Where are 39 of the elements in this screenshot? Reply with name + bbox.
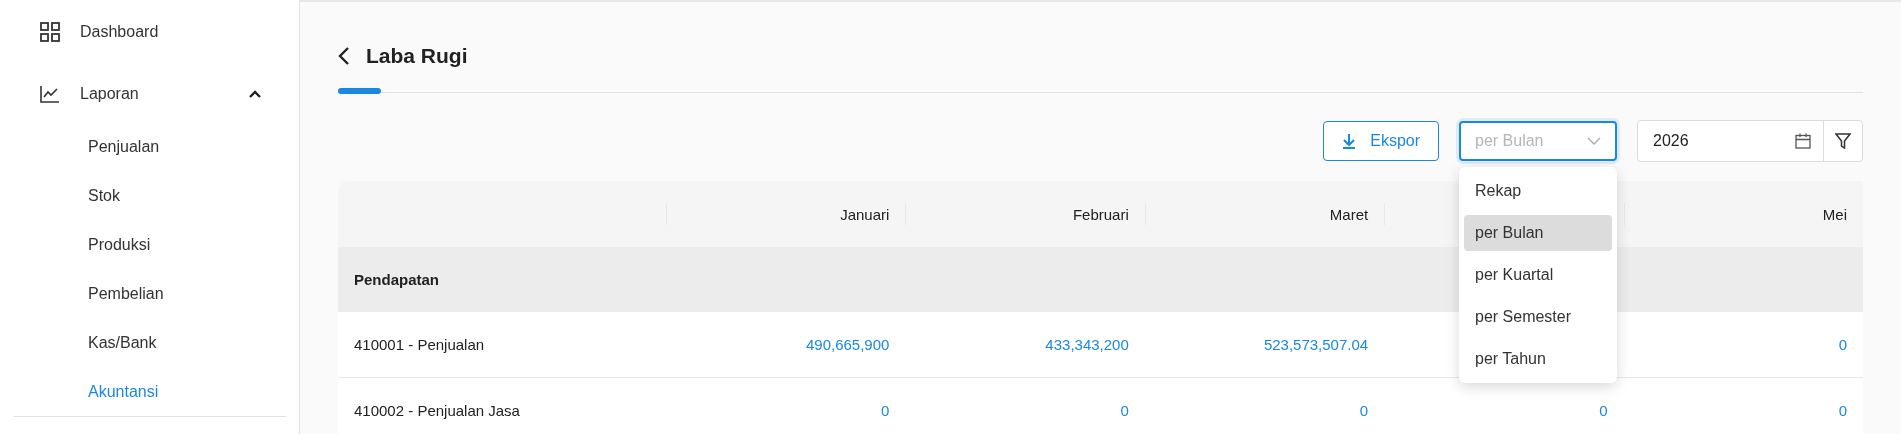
submenu-item[interactable]: Produksi xyxy=(13,220,286,269)
account-name: 410001 - Penjualan xyxy=(354,336,485,353)
chevron-down-icon xyxy=(1587,137,1601,145)
dropdown-option[interactable]: per Kuartal xyxy=(1464,257,1612,293)
sidebar-item[interactable]: Dashboard xyxy=(13,12,286,52)
amount-link[interactable]: 0 xyxy=(881,402,890,419)
download-icon xyxy=(1342,133,1357,149)
submenu-item[interactable]: Pembelian xyxy=(13,269,286,318)
filter-icon xyxy=(1835,133,1851,149)
column-header: Maret xyxy=(1329,205,1369,223)
caret-up-icon[interactable] xyxy=(249,90,261,98)
amount-link[interactable]: 523,573,507.04 xyxy=(1263,336,1369,353)
column-header: Januari xyxy=(840,205,890,223)
dropdown-option[interactable]: Rekap xyxy=(1464,173,1612,209)
section-heading: Pendapatan xyxy=(354,271,440,288)
account-name: 410002 - Penjualan Jasa xyxy=(354,402,520,419)
amount-link[interactable]: 490,665,900 xyxy=(805,336,890,353)
page-title: Laba Rugi xyxy=(366,44,468,68)
line-chart-icon xyxy=(40,85,60,103)
amount-link[interactable]: 0 xyxy=(1838,336,1847,353)
amount-link[interactable]: 0 xyxy=(1599,402,1608,419)
submenu-item[interactable]: Penjualan xyxy=(13,122,286,171)
amount-link[interactable]: 433,343,200 xyxy=(1045,336,1129,353)
dropdown-option[interactable]: per Bulan xyxy=(1464,215,1612,251)
amount-link[interactable]: 0 xyxy=(1120,402,1129,419)
column-header: Mei xyxy=(1822,205,1847,223)
column-header: Februari xyxy=(1072,205,1129,223)
amount-link[interactable]: 0 xyxy=(1359,402,1369,419)
submenu-item[interactable]: Kas/Bank xyxy=(13,318,286,367)
dropdown-option[interactable]: per Tahun xyxy=(1464,341,1612,377)
export-button[interactable]: Ekspor xyxy=(1323,121,1439,161)
sidebar-item[interactable]: Laporan xyxy=(13,74,286,114)
dropdown-option[interactable]: per Semester xyxy=(1464,299,1612,335)
amount-link[interactable]: 0 xyxy=(1838,402,1847,419)
submenu-item[interactable]: Stok xyxy=(13,171,286,220)
calendar-icon xyxy=(1795,133,1811,149)
dashboard-grid-icon xyxy=(40,22,60,42)
submenu-item[interactable]: Akuntansi xyxy=(13,367,286,416)
tab-indicator xyxy=(338,88,381,94)
